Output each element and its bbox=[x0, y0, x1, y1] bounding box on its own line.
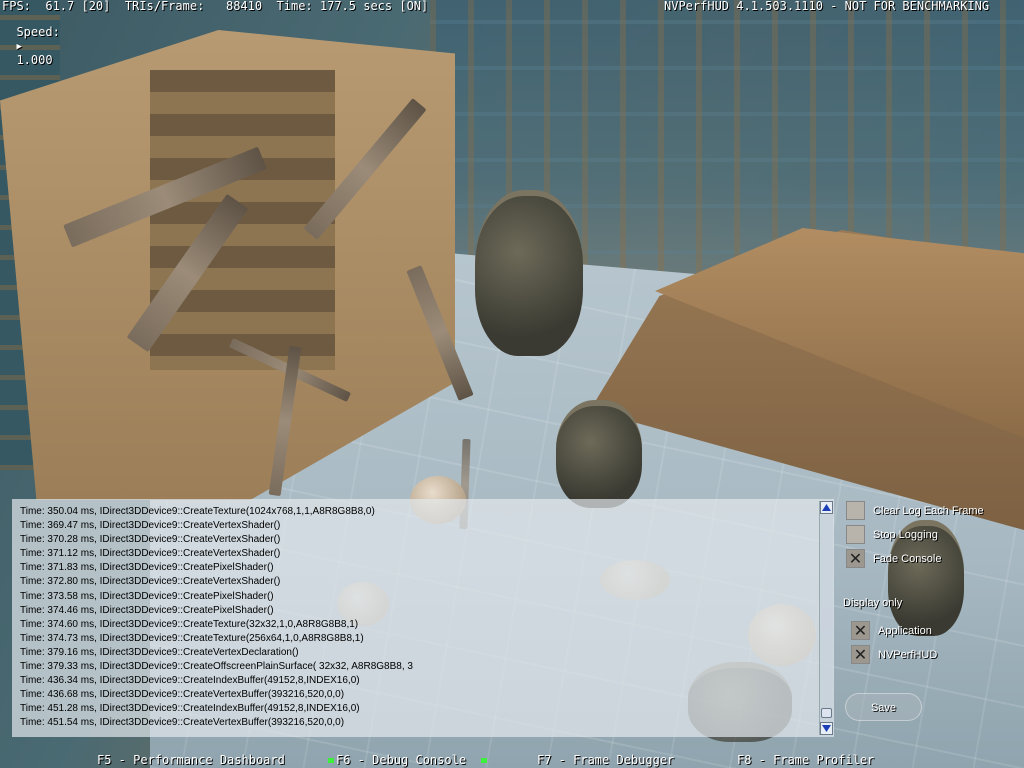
console-scrollbar[interactable] bbox=[819, 501, 833, 735]
clear-log-label[interactable]: Clear Log Each Frame bbox=[873, 505, 984, 517]
nvperfhud-checkbox[interactable]: ✕ bbox=[851, 645, 870, 664]
display-only-label: Display only bbox=[843, 597, 903, 609]
console-log-line: Time: 379.16 ms, IDirect3DDevice9::Creat… bbox=[20, 646, 299, 658]
nvperfhud-label[interactable]: NVPerfHUD bbox=[878, 649, 937, 661]
scroll-thumb[interactable] bbox=[821, 708, 832, 718]
console-log-line: Time: 436.68 ms, IDirect3DDevice9::Creat… bbox=[20, 689, 345, 701]
clear-log-checkbox[interactable] bbox=[846, 501, 865, 520]
checkmark-x-icon: ✕ bbox=[848, 549, 863, 568]
checkmark-x-icon: ✕ bbox=[853, 621, 868, 640]
fade-console-checkbox[interactable]: ✕ bbox=[846, 549, 865, 568]
arrow-up-icon bbox=[822, 504, 831, 511]
function-key-bar: F5 - Performance Dashboard F6 - Debug Co… bbox=[0, 752, 1024, 768]
console-log-line: Time: 371.12 ms, IDirect3DDevice9::Creat… bbox=[20, 548, 281, 560]
perfhud-title: NVPerfHUD 4.1.503.1110 - NOT FOR BENCHMA… bbox=[664, 0, 990, 13]
scroll-up-button[interactable] bbox=[820, 501, 833, 514]
console-log-line: Time: 374.73 ms, IDirect3DDevice9::Creat… bbox=[20, 632, 364, 644]
fade-console-label[interactable]: Fade Console bbox=[873, 553, 942, 565]
console-log-line: Time: 373.58 ms, IDirect3DDevice9::Creat… bbox=[20, 590, 274, 602]
checkmark-x-icon: ✕ bbox=[853, 645, 868, 664]
speed-readout: Speed: ▶ 1.000 bbox=[2, 13, 60, 67]
application-checkbox[interactable]: ✕ bbox=[851, 621, 870, 640]
console-log-line: Time: 374.46 ms, IDirect3DDevice9::Creat… bbox=[20, 604, 274, 616]
canopic-jar bbox=[475, 190, 583, 356]
canopic-jar bbox=[556, 400, 642, 508]
f6-debug-console[interactable]: F6 - Debug Console bbox=[336, 753, 466, 767]
active-mode-marker-left bbox=[328, 758, 334, 763]
console-log-line: Time: 379.33 ms, IDirect3DDevice9::Creat… bbox=[20, 661, 413, 673]
f5-performance-dashboard[interactable]: F5 - Performance Dashboard bbox=[97, 753, 285, 767]
stop-logging-label[interactable]: Stop Logging bbox=[873, 529, 938, 541]
f8-frame-profiler[interactable]: F8 - Frame Profiler bbox=[737, 753, 874, 767]
arrow-down-icon bbox=[822, 725, 831, 732]
console-log-line: Time: 374.60 ms, IDirect3DDevice9::Creat… bbox=[20, 618, 359, 630]
perf-stats-line: FPS: 61.7 [20] TRIs/Frame: 88410 Time: 1… bbox=[2, 0, 429, 13]
speed-play-icon: ▶ bbox=[16, 42, 22, 52]
stop-logging-checkbox[interactable] bbox=[846, 525, 865, 544]
console-log-line: Time: 436.34 ms, IDirect3DDevice9::Creat… bbox=[20, 675, 360, 687]
console-log-line: Time: 370.28 ms, IDirect3DDevice9::Creat… bbox=[20, 534, 281, 546]
speed-label: Speed: bbox=[16, 25, 60, 39]
console-log[interactable]: Time: 350.04 ms, IDirect3DDevice9::Creat… bbox=[20, 505, 815, 733]
console-log-line: Time: 451.28 ms, IDirect3DDevice9::Creat… bbox=[20, 703, 360, 715]
f7-frame-debugger[interactable]: F7 - Frame Debugger bbox=[537, 753, 674, 767]
console-log-line: Time: 372.80 ms, IDirect3DDevice9::Creat… bbox=[20, 576, 281, 588]
debug-console[interactable]: Time: 350.04 ms, IDirect3DDevice9::Creat… bbox=[12, 499, 834, 737]
application-label[interactable]: Application bbox=[878, 625, 932, 637]
speed-value: 1.000 bbox=[16, 53, 53, 67]
wooden-stairs bbox=[150, 70, 335, 370]
console-log-line: Time: 371.83 ms, IDirect3DDevice9::Creat… bbox=[20, 562, 274, 574]
console-log-line: Time: 369.47 ms, IDirect3DDevice9::Creat… bbox=[20, 520, 281, 532]
console-log-line: Time: 451.54 ms, IDirect3DDevice9::Creat… bbox=[20, 717, 345, 729]
scroll-down-button[interactable] bbox=[820, 722, 833, 735]
active-mode-marker-right bbox=[481, 758, 487, 763]
console-log-line: Time: 350.04 ms, IDirect3DDevice9::Creat… bbox=[20, 506, 375, 517]
save-button[interactable]: Save bbox=[845, 693, 922, 721]
